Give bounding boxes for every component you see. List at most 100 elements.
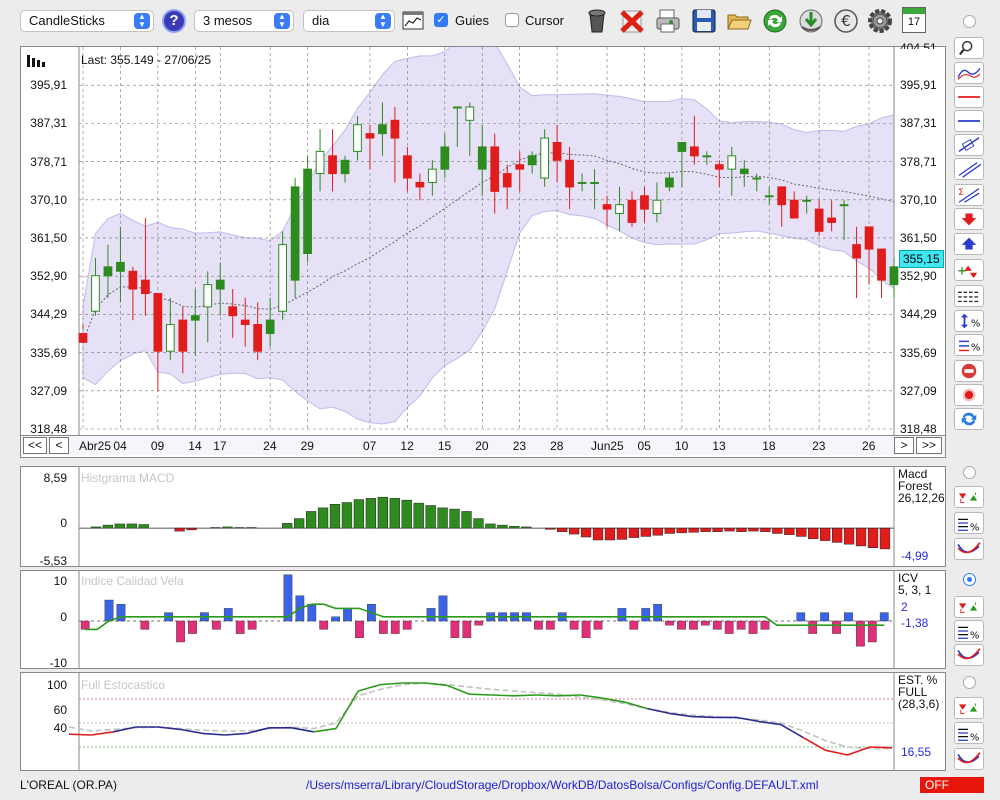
- icv-y-label: -10: [49, 656, 67, 670]
- crossover-icon: [957, 752, 981, 764]
- refresh-icon[interactable]: [761, 7, 789, 35]
- candle-body: [615, 204, 624, 215]
- fibonacci-fan-button[interactable]: Σ: [954, 184, 984, 206]
- macd-bar: [425, 505, 436, 529]
- candle-body: [752, 177, 762, 180]
- date-label: 17: [213, 439, 227, 453]
- price-y-label-right: 378,71: [900, 154, 937, 169]
- help-button[interactable]: ?: [162, 9, 186, 33]
- cursor-checkbox[interactable]: [505, 13, 519, 27]
- svg-text:€: €: [841, 12, 851, 30]
- date-label: 12: [400, 439, 414, 453]
- add-remove-signals-button[interactable]: +: [954, 259, 984, 281]
- bollinger-tool-icon: [957, 68, 981, 80]
- macd-bar: [724, 527, 735, 532]
- guides-checkbox[interactable]: ✓: [434, 13, 448, 27]
- no-entry-button[interactable]: [954, 360, 984, 382]
- parallel-lines-button[interactable]: [954, 158, 984, 180]
- period-select[interactable]: 3 mesos ▲ ▼: [194, 10, 294, 32]
- open-folder-icon[interactable]: [725, 7, 753, 35]
- icv-panel[interactable]: Indice Calidad Vela 10 0 -10 ICV 5, 3, 1…: [20, 570, 946, 670]
- icv-bar: [426, 608, 436, 622]
- panel-radio-stochastic[interactable]: [963, 676, 976, 689]
- zoom-percent-button[interactable]: %: [954, 310, 984, 332]
- macd-bar: [413, 502, 424, 529]
- icv-bar: [402, 620, 412, 630]
- record-button[interactable]: [954, 384, 984, 406]
- interval-select[interactable]: dia ▲ ▼: [303, 10, 395, 32]
- price-y-label-right: 404,51: [900, 41, 937, 49]
- icv-bar: [545, 620, 555, 630]
- sell-arrow-button[interactable]: [954, 208, 984, 230]
- candle-body: [178, 319, 188, 352]
- chart-type-value: CandleSticks: [29, 13, 105, 28]
- horizontal-line-red-button[interactable]: [954, 86, 984, 108]
- sell-buy-arrows-button[interactable]: [954, 596, 984, 618]
- candle-body: [714, 164, 724, 170]
- crossover-button[interactable]: [954, 538, 984, 560]
- macd-bar: [174, 527, 185, 532]
- macd-panel[interactable]: Histgrama MACD 8,59 0 -5,53 Macd Forest …: [20, 466, 946, 568]
- calendar-icon[interactable]: 17: [902, 7, 926, 33]
- stochastic-panel[interactable]: Full Estocastico 100 60 40 EST. % FULL (…: [20, 672, 946, 771]
- icv-bar: [653, 604, 663, 622]
- nav-first-button[interactable]: <<: [23, 437, 47, 454]
- period-value: 3 mesos: [203, 13, 253, 28]
- scale-percent-icon: %: [959, 340, 980, 353]
- icv-bar: [712, 620, 722, 630]
- candle-body: [827, 217, 836, 223]
- macd-bar: [652, 527, 663, 536]
- save-icon[interactable]: [690, 7, 718, 35]
- horizontal-line-blue-button[interactable]: [954, 110, 984, 132]
- crossover-button[interactable]: [954, 748, 984, 770]
- download-icon[interactable]: [797, 7, 825, 35]
- euro-icon[interactable]: €: [832, 7, 860, 35]
- nav-last-button[interactable]: >>: [916, 437, 942, 454]
- cursor-label: Cursor: [525, 13, 565, 28]
- candle-body: [465, 106, 475, 121]
- nav-prev-button[interactable]: <: [49, 437, 69, 454]
- chart-window-icon[interactable]: [402, 10, 424, 32]
- sell-buy-arrows-icon: [959, 703, 978, 714]
- macd-bar: [497, 524, 508, 529]
- svg-text:Σ: Σ: [958, 188, 964, 198]
- stochastic-k-line: [202, 732, 225, 736]
- config-path-link[interactable]: /Users/mserra/Library/CloudStorage/Dropb…: [306, 778, 818, 792]
- sell-buy-arrows-button[interactable]: [954, 697, 984, 719]
- stochastic-title: Full Estocastico: [81, 678, 166, 692]
- list-percent-button[interactable]: %: [954, 620, 984, 642]
- crossover-button[interactable]: [954, 644, 984, 666]
- swap-button[interactable]: [954, 408, 984, 430]
- sell-buy-arrows-button[interactable]: [954, 486, 984, 508]
- print-icon[interactable]: [654, 7, 682, 35]
- candle-body: [390, 119, 400, 139]
- panel-radio-price[interactable]: [963, 15, 976, 28]
- scale-percent-button[interactable]: %: [954, 334, 984, 356]
- price-chart-canvas[interactable]: [21, 47, 945, 435]
- candlestick: [278, 231, 287, 321]
- list-percent-button[interactable]: %: [954, 722, 984, 744]
- candle-body: [278, 244, 287, 312]
- stochastic-k-line: [536, 694, 559, 697]
- price-chart-panel[interactable]: Last: 355.149 - 27/06/25 395,91 387,31 378…: [20, 41, 946, 458]
- grid-lines-button[interactable]: [954, 285, 984, 307]
- connection-status[interactable]: OFF: [920, 777, 984, 793]
- macd-bar: [796, 527, 807, 537]
- settings-icon[interactable]: [866, 7, 894, 35]
- chart-type-select[interactable]: CandleSticks ▲ ▼: [20, 10, 154, 32]
- nav-next-button[interactable]: >: [894, 437, 914, 454]
- candle-body: [253, 324, 263, 352]
- trendline-tool-button[interactable]: [954, 134, 984, 156]
- trash-icon[interactable]: [583, 7, 611, 35]
- candle-body: [702, 155, 712, 158]
- list-percent-button[interactable]: %: [954, 512, 984, 534]
- icv-value-1: 2: [901, 600, 908, 614]
- icv-bar: [748, 620, 758, 634]
- panel-radio-macd[interactable]: [963, 466, 976, 479]
- zoom-button[interactable]: [954, 37, 984, 59]
- panel-radio-icv[interactable]: [963, 573, 976, 586]
- bollinger-tool-button[interactable]: [954, 62, 984, 84]
- price-y-label-left: 361,50: [30, 230, 67, 245]
- delete-icon[interactable]: [618, 7, 646, 35]
- buy-arrow-button[interactable]: [954, 233, 984, 255]
